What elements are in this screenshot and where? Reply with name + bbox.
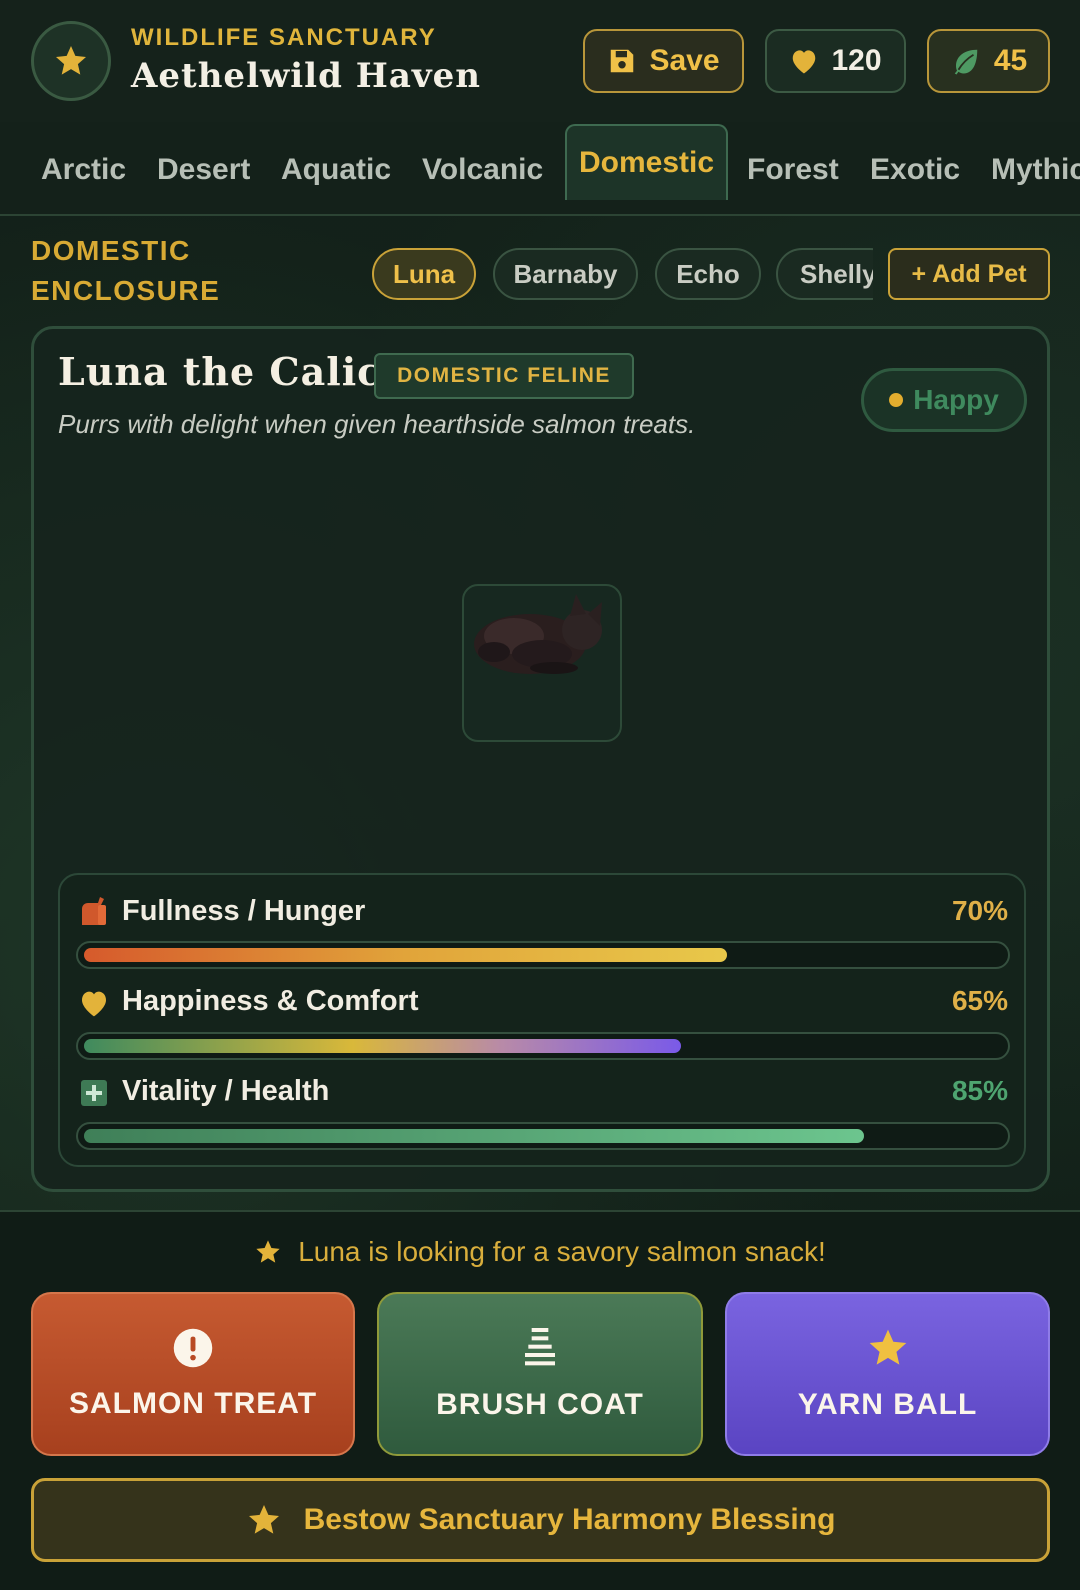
leaves-counter[interactable]: 45 — [927, 29, 1050, 93]
stat-label-hunger: Fullness / Hunger — [122, 895, 366, 927]
tab-domestic[interactable]: Domestic — [565, 124, 729, 200]
pet-chip-echo[interactable]: Echo — [655, 248, 761, 300]
hunger-bar-fill — [84, 948, 727, 962]
pet-card: Luna the Calico DOMESTIC FELINE Happy Pu… — [31, 326, 1050, 1192]
harmony-blessing-button[interactable]: Bestow Sanctuary Harmony Blessing — [31, 1478, 1050, 1562]
hearts-counter[interactable]: 120 — [765, 29, 906, 93]
brand-title: Aethelwild Haven — [131, 56, 481, 96]
tab-desert[interactable]: Desert — [157, 142, 250, 198]
blessing-label: Bestow Sanctuary Harmony Blessing — [303, 1503, 836, 1536]
yarn-ball-label: YARN BALL — [797, 1388, 978, 1421]
tab-aquatic[interactable]: Aquatic — [281, 142, 391, 198]
tab-mythic[interactable]: Mythic — [991, 142, 1080, 198]
hearts-value: 120 — [831, 44, 882, 77]
health-bar-fill — [84, 1129, 864, 1143]
health-bar — [76, 1122, 1010, 1150]
top-bar: WILDLIFE SANCTUARY Aethelwild Haven Save… — [0, 0, 1080, 122]
star-icon — [248, 1505, 279, 1534]
stat-label-happiness: Happiness & Comfort — [122, 985, 419, 1017]
pet-chip-luna[interactable]: Luna — [372, 248, 476, 300]
star-icon — [256, 1240, 280, 1263]
add-pet-button[interactable]: + Add Pet — [888, 248, 1050, 300]
enclosure-label: DOMESTIC ENCLOSURE — [31, 235, 221, 306]
happiness-bar-fill — [84, 1039, 681, 1053]
action-panel: Luna is looking for a savory salmon snac… — [0, 1210, 1080, 1590]
pet-chip-shelly[interactable]: Shelly — [776, 248, 873, 300]
star-icon — [869, 1329, 906, 1365]
save-label: Save — [649, 44, 720, 77]
save-button[interactable]: Save — [583, 29, 744, 93]
leaf-icon — [954, 49, 978, 75]
mood-label: Happy — [913, 384, 999, 415]
stat-value-hunger: 70% — [951, 895, 1008, 926]
yarn-ball-button[interactable]: YARN BALL — [725, 1292, 1050, 1456]
tab-forest[interactable]: Forest — [747, 142, 839, 198]
pet-description: Purrs with delight when given hearthside… — [58, 409, 696, 439]
stat-value-happiness: 65% — [951, 985, 1008, 1016]
star-icon — [56, 46, 86, 75]
floppy-disk-icon — [611, 49, 634, 73]
mood-dot-icon — [889, 393, 904, 407]
brush-coat-button[interactable]: BRUSH COAT — [377, 1292, 703, 1456]
stat-value-health: 85% — [951, 1075, 1008, 1106]
brand-subtitle: WILDLIFE SANCTUARY — [131, 24, 437, 51]
stats-panel: Fullness / Hunger 70% Happiness & Comfor… — [58, 873, 1026, 1167]
pet-chip-barnaby[interactable]: Barnaby — [493, 248, 638, 300]
pet-portrait[interactable] — [462, 584, 622, 742]
cat-image — [474, 594, 602, 674]
hunger-bar — [76, 941, 1010, 969]
alert-icon — [173, 1328, 213, 1368]
salmon-treat-button[interactable]: SALMON TREAT — [31, 1292, 355, 1456]
stat-label-health: Vitality / Health — [122, 1075, 330, 1107]
heart-icon — [82, 991, 106, 1017]
mood-badge: Happy — [861, 368, 1027, 432]
health-cross-icon — [81, 1080, 107, 1106]
tab-volcanic[interactable]: Volcanic — [422, 142, 543, 198]
tab-exotic[interactable]: Exotic — [870, 142, 960, 198]
pet-chip-shelly-clip: Shelly — [776, 246, 873, 302]
heart-icon — [793, 50, 816, 74]
brush-coat-label: BRUSH COAT — [436, 1388, 644, 1421]
habitat-tabs: Arctic Desert Aquatic Volcanic Domestic … — [0, 122, 1080, 216]
hint-text: Luna is looking for a savory salmon snac… — [298, 1236, 826, 1267]
hint-message: Luna is looking for a savory salmon snac… — [0, 1236, 1080, 1268]
tab-arctic[interactable]: Arctic — [41, 142, 126, 198]
sanctuary-logo — [31, 21, 111, 101]
salmon-treat-label: SALMON TREAT — [68, 1387, 318, 1420]
leaves-value: 45 — [993, 44, 1028, 77]
pet-name: Luna the Calico — [58, 349, 408, 394]
food-bag-icon — [82, 897, 106, 925]
brush-lines-icon — [525, 1328, 555, 1366]
happiness-bar — [76, 1032, 1010, 1060]
species-badge: DOMESTIC FELINE — [374, 353, 634, 399]
